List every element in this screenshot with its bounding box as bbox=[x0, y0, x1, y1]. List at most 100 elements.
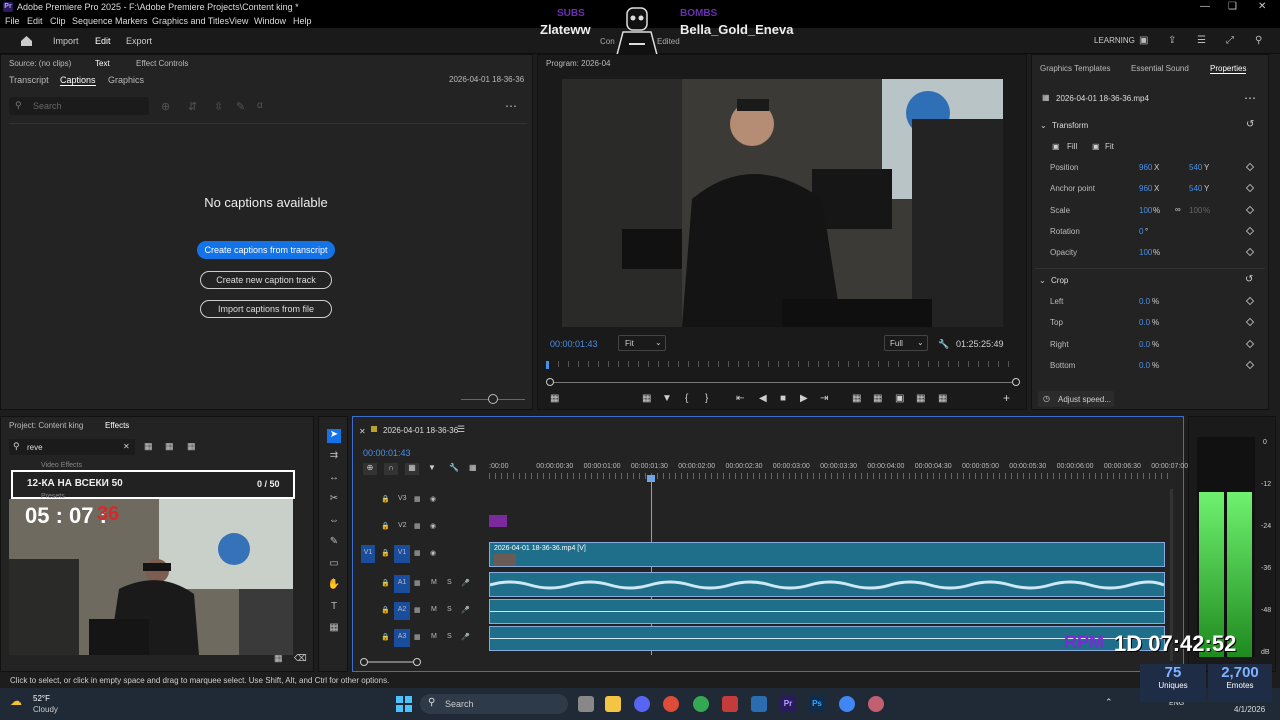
linked-icon[interactable]: ▦ bbox=[405, 463, 419, 475]
mark-out-icon[interactable]: } bbox=[705, 393, 708, 404]
lock-icon[interactable]: 🔒 bbox=[381, 606, 390, 614]
menu-lines-icon[interactable]: ☰ bbox=[1197, 35, 1206, 46]
lock-icon[interactable]: 🔒 bbox=[381, 579, 390, 587]
go-to-out-icon[interactable]: ⇥ bbox=[820, 393, 828, 404]
tab-import[interactable]: Import bbox=[53, 36, 79, 46]
captions-tool-icon[interactable]: ▦ bbox=[327, 622, 341, 636]
lock-icon[interactable]: 🔒 bbox=[381, 549, 390, 557]
a2-audio-clip[interactable] bbox=[489, 599, 1165, 624]
effect-controls-tab[interactable]: Effect Controls bbox=[136, 59, 188, 68]
razor-icon[interactable]: ✂ bbox=[327, 493, 341, 507]
magnet-icon[interactable]: ∩ bbox=[384, 463, 398, 475]
bin-icon[interactable]: ▦ bbox=[144, 441, 153, 452]
import-captions-button[interactable]: Import captions from file bbox=[200, 300, 332, 318]
rotation-value[interactable]: 0 bbox=[1139, 227, 1143, 236]
menu-edit[interactable]: Edit bbox=[27, 16, 43, 26]
chrome-icon[interactable] bbox=[663, 696, 679, 712]
source-tab[interactable]: Source: (no clips) bbox=[9, 59, 71, 68]
tab-properties[interactable]: Properties bbox=[1210, 64, 1247, 74]
timeline-timecode[interactable]: 00:00:01:43 bbox=[363, 448, 411, 458]
opacity-value[interactable]: 100 bbox=[1139, 248, 1152, 257]
crop-left-value[interactable]: 0.0 bbox=[1139, 297, 1150, 306]
settings-icon[interactable]: ▦ bbox=[550, 393, 559, 404]
chevron-down-icon[interactable]: ⌄ bbox=[1040, 121, 1047, 130]
menu-markers[interactable]: Markers bbox=[115, 16, 148, 26]
extract-icon[interactable]: ▦ bbox=[873, 393, 882, 404]
slip-icon[interactable]: ⇔ bbox=[327, 515, 341, 529]
scroll-handle-right[interactable] bbox=[413, 658, 421, 666]
video-effects-folder[interactable]: Video Effects bbox=[41, 462, 82, 469]
tab-transcript[interactable]: Transcript bbox=[9, 75, 49, 85]
multicam-icon[interactable]: ▦ bbox=[938, 393, 947, 404]
mark-in-icon[interactable]: { bbox=[685, 393, 688, 404]
camera-icon[interactable]: ▣ bbox=[895, 393, 904, 404]
zoom-bar[interactable] bbox=[550, 382, 1016, 383]
hand-icon[interactable]: ✋ bbox=[327, 579, 341, 593]
snap-icon[interactable]: ⊕ bbox=[363, 463, 377, 475]
anchor-y[interactable]: 540 bbox=[1189, 184, 1202, 193]
lock-icon[interactable]: 🔒 bbox=[381, 633, 390, 641]
learning-label[interactable]: LEARNING bbox=[1094, 36, 1135, 45]
maximize-icon[interactable]: ❑ bbox=[1228, 1, 1237, 12]
menu-help[interactable]: Help bbox=[293, 16, 312, 26]
adjust-speed-button[interactable]: ◷ Adjust speed... bbox=[1038, 391, 1114, 407]
v2-clip[interactable] bbox=[489, 515, 507, 527]
chrome-icon[interactable] bbox=[839, 696, 855, 712]
crop-top-value[interactable]: 0.0 bbox=[1139, 318, 1150, 327]
timeline-playhead[interactable] bbox=[647, 475, 655, 482]
menu-lines-icon[interactable]: ☰ bbox=[457, 424, 465, 435]
add-button-icon[interactable]: + bbox=[1003, 391, 1010, 405]
solo-icon[interactable]: S bbox=[447, 579, 452, 586]
more-icon[interactable]: ⋯ bbox=[1244, 91, 1256, 105]
merge-icon[interactable]: ⇳ bbox=[214, 100, 223, 113]
pen-icon[interactable]: ✎ bbox=[236, 100, 245, 113]
more-icon[interactable]: ⋯ bbox=[505, 99, 517, 113]
app-icon[interactable] bbox=[751, 696, 767, 712]
clear-icon[interactable]: ✕ bbox=[123, 442, 130, 451]
volume-line[interactable] bbox=[490, 638, 1164, 639]
solo-icon[interactable]: S bbox=[447, 606, 452, 613]
menu-clip[interactable]: Clip bbox=[50, 16, 66, 26]
text-tab[interactable]: Text bbox=[95, 59, 110, 68]
discord-icon[interactable] bbox=[634, 696, 650, 712]
mic-icon[interactable]: 🎤 bbox=[461, 633, 470, 641]
marker-icon[interactable]: ▼ bbox=[428, 463, 436, 472]
translate-icon[interactable]: α bbox=[257, 100, 263, 111]
search-input[interactable]: ⚲ Search bbox=[9, 97, 149, 115]
program-ruler[interactable] bbox=[548, 361, 1018, 367]
track-name[interactable]: A3 bbox=[394, 629, 410, 647]
tab-project[interactable]: Project: Content king bbox=[9, 421, 83, 430]
step-back-icon[interactable]: ◀ bbox=[759, 393, 767, 404]
bin-icon[interactable]: ▦ bbox=[187, 441, 196, 452]
captions-icon[interactable]: ▦ bbox=[469, 463, 477, 472]
program-playhead[interactable] bbox=[546, 361, 549, 369]
quality-select[interactable]: Full ⌄ bbox=[884, 335, 928, 351]
source-patch-v1[interactable]: V1 bbox=[361, 545, 375, 563]
new-caption-track-button[interactable]: Create new caption track bbox=[200, 271, 332, 289]
ripple-edit-icon[interactable]: ↔ bbox=[327, 472, 341, 486]
go-to-in-icon[interactable]: ⇤ bbox=[736, 393, 744, 404]
reset-icon[interactable]: ↺ bbox=[1245, 274, 1253, 285]
fit-icon[interactable]: ▣ bbox=[1092, 142, 1100, 151]
compare-icon[interactable]: ▦ bbox=[916, 393, 925, 404]
crop-right-value[interactable]: 0.0 bbox=[1139, 340, 1150, 349]
premiere-taskbar-icon[interactable]: Pr bbox=[780, 696, 796, 712]
bin-icon[interactable]: ▦ bbox=[165, 441, 174, 452]
fill-icon[interactable]: ▣ bbox=[1052, 142, 1060, 151]
sequence-name[interactable]: 2026-04-01 18-36-36 bbox=[383, 426, 458, 435]
windows-start-icon[interactable] bbox=[396, 696, 412, 712]
zoom-handle[interactable] bbox=[488, 394, 498, 404]
create-captions-button[interactable]: Create captions from transcript bbox=[197, 241, 335, 259]
close-tab-icon[interactable]: ✕ bbox=[359, 427, 366, 436]
share-icon[interactable]: ⇪ bbox=[1168, 35, 1176, 46]
add-icon[interactable]: ⊕ bbox=[161, 100, 170, 113]
step-forward-icon[interactable]: ▶ bbox=[800, 393, 808, 404]
photoshop-icon[interactable]: Ps bbox=[809, 696, 825, 712]
volume-line[interactable] bbox=[490, 611, 1164, 612]
scale-value[interactable]: 100 bbox=[1139, 206, 1152, 215]
weather-icon[interactable]: ☁ bbox=[10, 694, 22, 708]
minimize-icon[interactable]: — bbox=[1200, 1, 1210, 12]
export-frame-icon[interactable]: ▦ bbox=[642, 393, 651, 404]
track-name[interactable]: V1 bbox=[394, 545, 410, 563]
lift-icon[interactable]: ▦ bbox=[852, 393, 861, 404]
